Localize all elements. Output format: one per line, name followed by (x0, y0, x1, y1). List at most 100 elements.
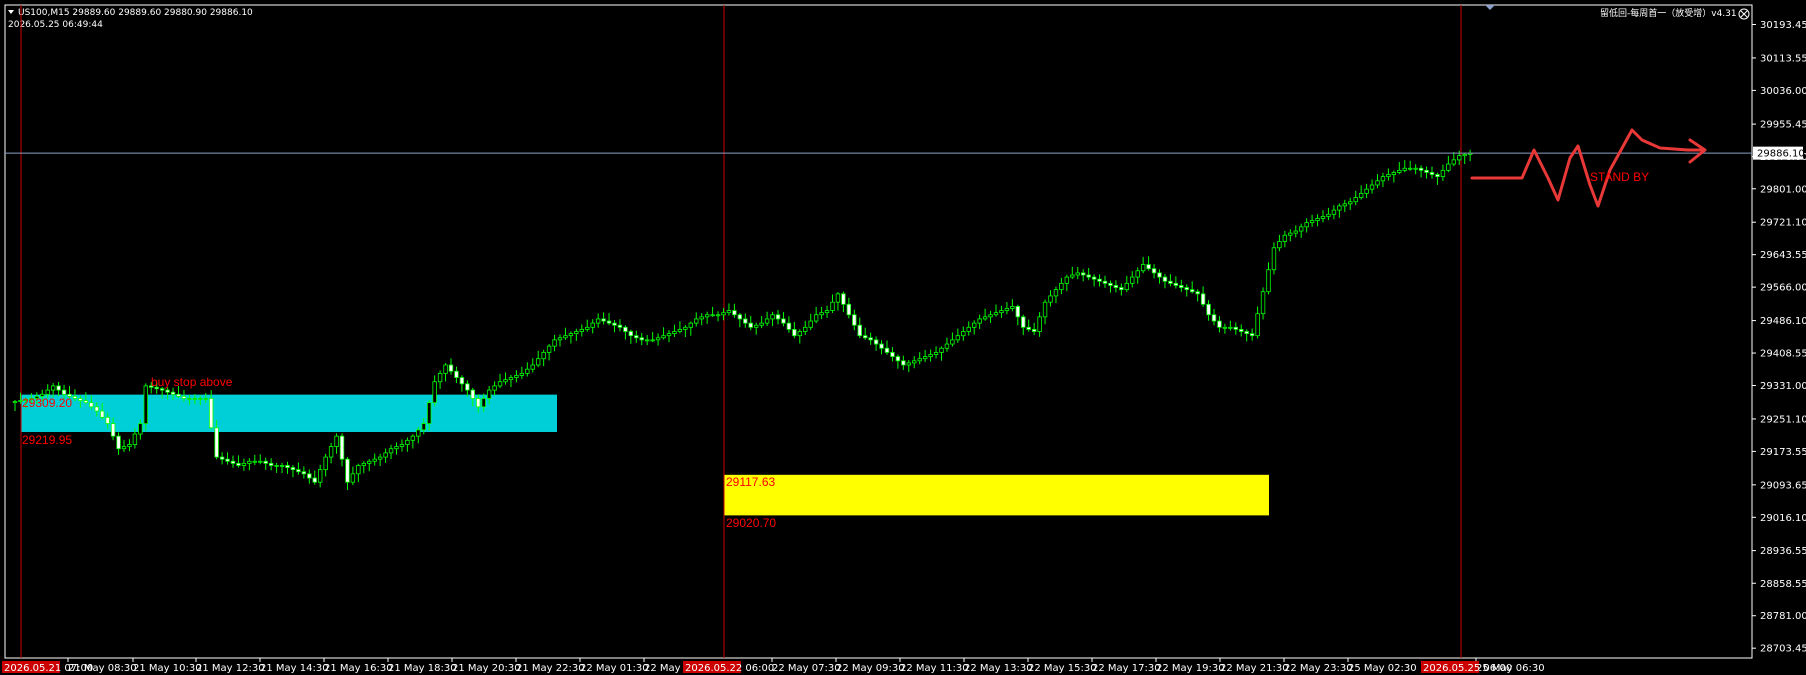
y-tick-label: 28858.55 (1760, 579, 1806, 590)
candle-body (530, 364, 535, 370)
candle-body (764, 318, 770, 324)
candle-body (1369, 184, 1375, 190)
candle-body (1157, 272, 1162, 278)
candle-body (912, 360, 917, 364)
candle-body (307, 473, 312, 479)
candle-body (699, 316, 704, 320)
chart-canvas[interactable]: US100,M15 29889.60 29889.60 29880.90 298… (0, 0, 1806, 675)
candle-body (367, 460, 372, 464)
candle-body (743, 318, 748, 324)
candle-body (819, 312, 824, 316)
candle-body (279, 465, 285, 467)
x-tick-label: 22 May 11:30 (900, 663, 969, 674)
candle-body (132, 433, 138, 445)
candle-body (966, 326, 971, 332)
candle-body (617, 324, 623, 328)
candle-body (1010, 305, 1015, 309)
y-tick-label: 30193.45 (1760, 20, 1806, 31)
candle-body (116, 435, 121, 450)
price-axis[interactable]: 30193.4530113.5530036.0029955.4529878.00… (1752, 20, 1806, 655)
candle-body (497, 381, 503, 387)
candle-body (377, 456, 383, 460)
candle-body (1266, 269, 1271, 293)
candle-body (1457, 155, 1462, 161)
candle-body (121, 446, 127, 450)
freehand-arrow (1470, 128, 1707, 208)
time-axis[interactable]: 21 May 08:3021 May 10:3021 May 12:3021 M… (2, 658, 1545, 674)
candle-body (1386, 174, 1391, 178)
candle-body (105, 416, 110, 424)
candle-body (857, 324, 862, 337)
candle-body (1435, 174, 1440, 178)
candle-body (208, 398, 214, 429)
candle-body (917, 358, 922, 362)
candle-body (203, 398, 208, 400)
candle-body (426, 402, 432, 424)
yellow-zone-top-label: 29117.63 (726, 475, 775, 489)
candle-body (590, 322, 595, 328)
candle-body (1081, 272, 1086, 276)
candle-body (72, 395, 78, 399)
candle-body (868, 337, 873, 341)
candle-body (884, 347, 890, 353)
candle-body (672, 331, 677, 334)
y-tick-label: 29093.65 (1760, 480, 1806, 491)
candle-body (361, 462, 366, 466)
candle-body (552, 339, 557, 347)
buy-stop-label: buy stop above (151, 375, 233, 389)
candle-body (1446, 163, 1451, 171)
candle-body (846, 303, 852, 316)
candle-body (258, 460, 263, 463)
candle-body (481, 398, 486, 408)
candle-body (1173, 282, 1179, 286)
candle-body (683, 326, 688, 330)
candle-body (759, 322, 764, 326)
zones-layer (21, 394, 1269, 516)
candle-body (1146, 264, 1151, 270)
candle-body (470, 389, 475, 399)
candle-body (1397, 169, 1402, 173)
shift-marker-icon[interactable] (1485, 5, 1495, 10)
candle-body (1233, 326, 1238, 330)
y-tick-label: 30036.00 (1760, 86, 1806, 97)
candles-layer (12, 149, 1473, 491)
candle-body (334, 435, 339, 448)
candle-body (492, 385, 497, 391)
candle-body (612, 322, 617, 326)
candle-body (770, 314, 775, 320)
candle-body (1119, 287, 1124, 291)
candle-body (165, 389, 170, 393)
candle-body (944, 343, 950, 349)
candle-body (12, 401, 18, 404)
candle-body (961, 331, 966, 337)
candle-body (541, 352, 546, 360)
chevron-down-icon[interactable] (8, 10, 14, 14)
y-tick-label: 29801.00 (1760, 184, 1806, 195)
candle-body (661, 335, 666, 339)
candle-body (1299, 226, 1304, 232)
candle-body (61, 389, 67, 395)
indicator-name: 留低回-每周首一（放受增）v4.31 (1600, 7, 1737, 19)
candle-body (181, 395, 187, 399)
candle-body (1004, 308, 1010, 311)
candle-body (808, 320, 813, 328)
candle-body (1418, 167, 1424, 171)
candle-body (726, 310, 732, 314)
candle-body (328, 446, 334, 458)
candle-body (1337, 205, 1342, 211)
candle-body (1151, 268, 1157, 274)
candle-body (1364, 188, 1369, 194)
candle-body (176, 393, 181, 397)
candle-body (1097, 278, 1102, 282)
y-tick-label: 30113.55 (1760, 53, 1806, 64)
candle-body (454, 370, 459, 378)
candle-body (655, 337, 661, 341)
candle-body (955, 335, 961, 341)
candle-body (345, 458, 350, 483)
plot-frame (4, 4, 1753, 659)
candle-body (339, 435, 345, 460)
candle-body (922, 356, 928, 360)
candle-body (192, 398, 198, 400)
candle-body (1168, 280, 1173, 284)
candle-body (645, 339, 650, 342)
